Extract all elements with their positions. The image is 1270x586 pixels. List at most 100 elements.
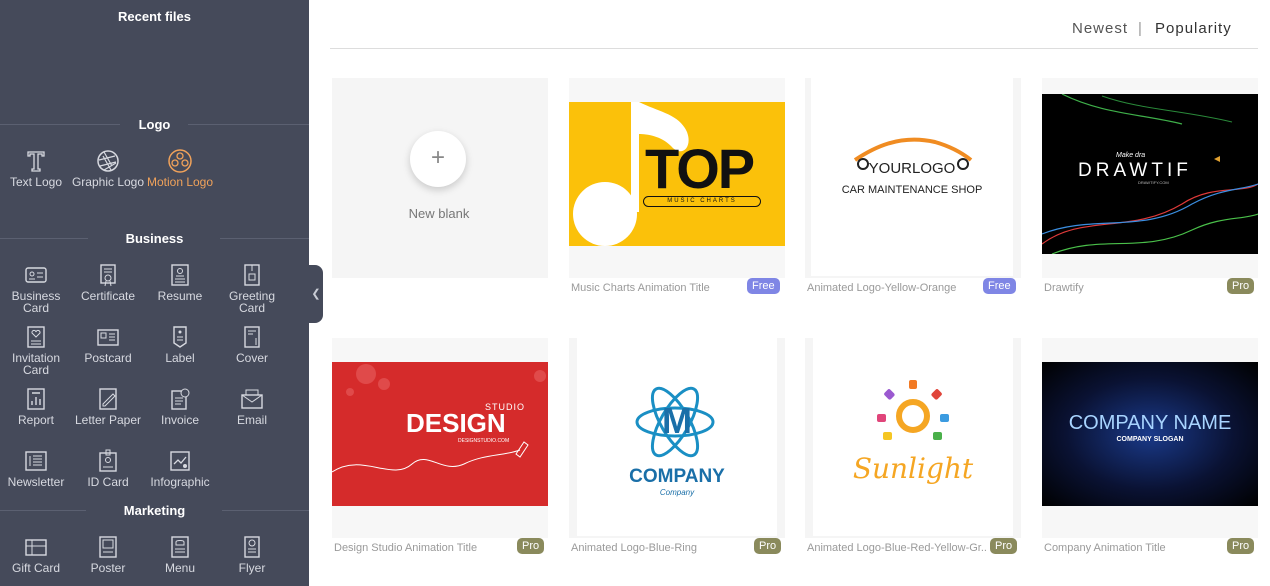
label-tag-icon [167,324,193,350]
pro-badge: Pro [754,538,782,554]
sort-bar: Newest | Popularity [330,0,1258,49]
template-card[interactable]: Make dra DRAWTIF DRAWTIFY.COM Drawtify P… [1042,78,1258,294]
pro-badge: Pro [990,538,1018,554]
template-title: Music Charts Animation Title [571,282,710,294]
id-badge-icon [95,448,121,474]
sort-popularity-tab[interactable]: Popularity [1155,20,1232,37]
sidebar-item-report[interactable]: Report [0,386,72,426]
sidebar-item-menu[interactable]: Menu [144,534,216,574]
sidebar-item-label: Label [165,351,195,365]
postcard-icon [95,324,121,350]
template-thumbnail: Make dra DRAWTIF DRAWTIFY.COM [1042,94,1258,254]
invoice-icon [167,386,193,412]
certificate-icon [95,262,121,288]
sidebar-item-label: Postcard [84,351,132,365]
sidebar-item-label: Graphic Logo [71,175,145,189]
template-card[interactable]: Sunlight Animated Logo-Blue-Red-Yellow-G… [805,338,1021,554]
free-badge: Free [983,278,1016,294]
template-thumbnail: YOURLOGO CAR MAINTENANCE SHOP [811,78,1013,276]
sidebar-item-postcard[interactable]: Postcard [72,324,144,364]
sidebar-item-label: Motion Logo [146,175,214,189]
template-title: Animated Logo-Blue-Ring [571,542,697,554]
sidebar-item-label: Resume [157,289,203,303]
sidebar-item-label: Menu [164,561,196,575]
sidebar-item-label: Certificate [80,289,136,303]
sidebar-item-letter-paper[interactable]: Letter Paper [72,386,144,426]
sidebar-item-flyer[interactable]: Flyer [216,534,288,574]
template-thumbnail: STUDIO DESIGN DESIGNSTUDIO.COM [332,362,548,506]
sidebar-item-invitation-card[interactable]: Invitation Card [0,324,72,376]
template-card[interactable]: STUDIO DESIGN DESIGNSTUDIO.COM Design St… [332,338,548,554]
sun-logo-graphic [877,380,949,440]
sidebar-item-label: Cover [235,351,268,365]
invitation-icon [23,324,49,350]
thumb-main-text: TOP [645,137,755,200]
sidebar-item-gift-card[interactable]: Gift Card [0,534,72,574]
menu-card-icon [167,534,193,560]
sidebar-item-id-card[interactable]: ID Card [72,448,144,488]
sidebar-item-poster[interactable]: Poster [72,534,144,574]
sidebar-item-label-tag[interactable]: Label [144,324,216,364]
sidebar-item-label: Report [17,413,55,427]
cover-icon [239,324,265,350]
thumb-sub-text: CAR MAINTENANCE SHOP [841,184,983,196]
sidebar-item-greeting-card[interactable]: Greeting Card [216,262,288,314]
template-thumbnail: M COMPANY Company [577,338,777,536]
thumb-main-text: YOURLOGO [868,160,956,177]
sidebar-item-infographic[interactable]: Infographic [144,448,216,488]
infographic-icon [167,448,193,474]
sidebar-item-newsletter[interactable]: Newsletter [0,448,72,488]
thumb-main-text: COMPANY NAME [1068,412,1232,434]
plus-icon[interactable]: + [410,131,466,187]
sidebar-item-cover[interactable]: Cover [216,324,288,364]
template-card[interactable]: M COMPANY Company Animated Logo-Blue-Rin… [569,338,785,554]
sidebar-item-text-logo[interactable]: Text Logo [0,148,72,188]
sidebar-item-label: Gift Card [11,561,60,575]
thumb-sub-text: COMPANY SLOGAN [1116,436,1184,443]
pro-badge: Pro [1227,278,1255,294]
sidebar: Recent files Logo Text Logo Graphic Logo… [0,0,309,586]
thumb-main-text: DESIGN [406,408,506,438]
sidebar-item-invoice[interactable]: Invoice [144,386,216,426]
template-thumbnail: TOP MUSIC CHARTS [569,102,785,246]
sort-newest-tab[interactable]: Newest [1072,20,1128,37]
sidebar-item-label: Email [236,413,267,427]
letter-paper-icon [95,386,121,412]
sidebar-item-label: Business Card [11,289,61,315]
sidebar-item-label: Text Logo [9,175,63,189]
text-logo-icon [23,148,49,174]
aperture-icon [95,148,121,174]
template-title: Company Animation Title [1044,542,1166,554]
logo-section-title: Logo [138,117,171,132]
sidebar-item-label: ID Card [87,475,129,489]
template-card[interactable]: TOP MUSIC CHARTS Music Charts Animation … [569,78,785,294]
sidebar-item-business-card[interactable]: Business Card [0,262,72,314]
film-reel-icon [167,148,193,174]
sidebar-item-email[interactable]: Email [216,386,288,426]
sidebar-item-label: Flyer [238,561,266,575]
new-blank-card[interactable]: + New blank [332,78,548,278]
thumb-sub-text: DESIGNSTUDIO.COM [458,438,510,444]
thumb-main-text: Sunlight [852,452,974,485]
sidebar-item-label: Infographic [150,475,210,489]
template-thumbnail: COMPANY NAME COMPANY SLOGAN [1042,362,1258,506]
collapse-sidebar-button[interactable]: ❮ [309,265,323,323]
chevron-left-icon: ❮ [311,288,321,300]
sidebar-item-label: Greeting Card [228,289,276,315]
sidebar-item-motion-logo[interactable]: Motion Logo [144,148,216,188]
recent-files-title: Recent files [118,9,191,24]
sidebar-item-graphic-logo[interactable]: Graphic Logo [71,148,145,188]
template-card[interactable]: YOURLOGO CAR MAINTENANCE SHOP Animated L… [805,78,1021,294]
sidebar-item-label: Letter Paper [74,413,142,427]
template-title: Animated Logo-Yellow-Orange [807,282,957,294]
email-icon [239,386,265,412]
template-title: Animated Logo-Blue-Red-Yellow-Gr... [807,542,987,554]
sidebar-item-resume[interactable]: Resume [144,262,216,302]
thumb-sub-text: MUSIC CHARTS [643,196,761,207]
marketing-section-title: Marketing [123,503,186,518]
flyer-icon [239,534,265,560]
free-badge: Free [747,278,780,294]
template-card[interactable]: COMPANY NAME COMPANY SLOGAN Company Anim… [1042,338,1258,554]
sidebar-item-certificate[interactable]: Certificate [72,262,144,302]
poster-icon [95,534,121,560]
